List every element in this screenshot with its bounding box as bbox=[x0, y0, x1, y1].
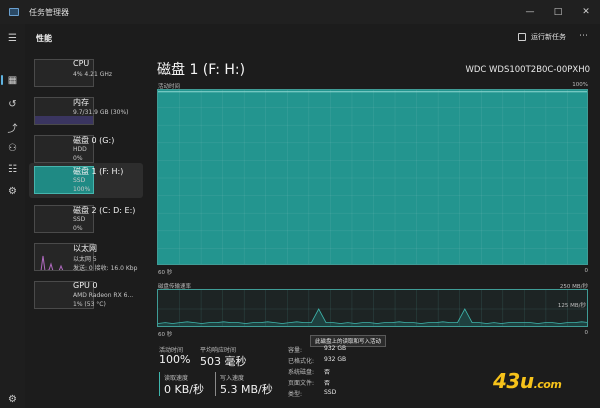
device-name: 以太网 bbox=[73, 244, 97, 253]
transfer-axis-right: 0 bbox=[584, 330, 589, 336]
device-usage: 0% bbox=[73, 155, 83, 162]
menu-icon[interactable]: ☰ bbox=[0, 28, 25, 48]
device-adapter: 以太网 5 bbox=[73, 256, 97, 263]
transfer-axis-left: 60 秒 bbox=[158, 332, 173, 338]
task-manager-icon bbox=[9, 8, 19, 16]
prop-page-file-key: 页面文件: bbox=[288, 380, 315, 387]
stat-read-value: 0 KB/秒 bbox=[164, 383, 204, 396]
device-ethernet[interactable]: 以太网 以太网 5 发送: 0 接收: 16.0 Kbp bbox=[29, 240, 143, 275]
device-name: GPU 0 bbox=[73, 281, 98, 290]
device-name: 内存 bbox=[73, 98, 89, 107]
watermark-suffix: .com bbox=[533, 378, 562, 391]
settings-icon[interactable]: ⚙ bbox=[0, 389, 25, 408]
window-controls: — □ ✕ bbox=[516, 0, 600, 24]
device-name: 磁盘 2 (C: D: E:) bbox=[73, 206, 136, 215]
detail-title: 磁盘 1 (F: H:) bbox=[157, 62, 246, 78]
services-icon[interactable]: ⚙ bbox=[0, 181, 25, 201]
device-name: 磁盘 1 (F: H:) bbox=[73, 167, 124, 176]
run-task-icon bbox=[518, 33, 526, 41]
device-name: 磁盘 0 (G:) bbox=[73, 136, 115, 145]
write-speed-accent bbox=[215, 372, 216, 396]
device-disk-0[interactable]: 磁盘 0 (G:) HDD 0% bbox=[29, 132, 143, 167]
prop-capacity-value: 932 GB bbox=[324, 345, 347, 352]
history-icon[interactable]: ↺ bbox=[0, 94, 25, 114]
title-bar: 任务管理器 — □ ✕ bbox=[0, 0, 600, 24]
device-usage: 0% bbox=[73, 225, 83, 232]
prop-capacity-key: 容量: bbox=[288, 347, 303, 354]
device-disk-2[interactable]: 磁盘 2 (C: D: E:) SSD 0% bbox=[29, 202, 143, 237]
prop-system-disk-key: 系统磁盘: bbox=[288, 369, 315, 376]
minimize-button[interactable]: — bbox=[516, 0, 544, 24]
details-icon[interactable]: ☷ bbox=[0, 159, 25, 179]
device-detail: 4% 4.21 GHz bbox=[73, 71, 113, 78]
window-title: 任务管理器 bbox=[29, 7, 69, 17]
tooltip: 此磁盘上的读取和写入活动 bbox=[310, 335, 387, 347]
device-disk-1[interactable]: 磁盘 1 (F: H:) SSD 100% bbox=[29, 163, 143, 198]
prop-system-disk-value: 否 bbox=[324, 369, 331, 376]
header: 性能 运行新任务 ⋯ bbox=[25, 24, 600, 53]
device-usage: 1% (53 °C) bbox=[73, 301, 106, 308]
device-model: AMD Radeon RX 6... bbox=[73, 292, 134, 299]
active-time-axis-right: 0 bbox=[584, 268, 589, 274]
active-time-axis-left: 60 秒 bbox=[158, 270, 173, 276]
transfer-mid-label: 125 MB/秒 bbox=[557, 303, 586, 309]
maximize-button[interactable]: □ bbox=[544, 0, 572, 24]
disk-model: WDC WDS100T2B0C-00PXH0 bbox=[465, 65, 590, 75]
performance-icon[interactable]: ▦ bbox=[0, 70, 25, 90]
read-speed-accent bbox=[159, 372, 160, 396]
device-type: SSD bbox=[73, 216, 86, 223]
users-icon[interactable]: ⚇ bbox=[0, 138, 25, 158]
transfer-rate-chart bbox=[157, 289, 588, 327]
watermark-logo: 43u.com bbox=[493, 369, 562, 393]
prop-type-key: 类型: bbox=[288, 391, 303, 398]
active-time-max-label: 100% bbox=[572, 82, 588, 88]
device-cpu[interactable]: CPU 4% 4.21 GHz bbox=[29, 56, 143, 91]
startup-icon[interactable]: ⤴ bbox=[0, 117, 25, 137]
device-gpu-0[interactable]: GPU 0 AMD Radeon RX 6... 1% (53 °C) bbox=[29, 278, 143, 313]
device-memory[interactable]: 内存 9.7/31.9 GB (30%) bbox=[29, 94, 143, 129]
active-time-chart bbox=[157, 89, 588, 265]
stat-write-value: 5.3 MB/秒 bbox=[220, 383, 273, 396]
transfer-rate-graph bbox=[158, 290, 587, 326]
device-throughput: 发送: 0 接收: 16.0 Kbp bbox=[73, 265, 138, 272]
more-options-button[interactable]: ⋯ bbox=[579, 31, 588, 41]
device-detail: 9.7/31.9 GB (30%) bbox=[73, 109, 129, 116]
stat-active-time-value: 100% bbox=[159, 353, 191, 366]
run-new-task-label: 运行新任务 bbox=[531, 33, 566, 41]
device-type: HDD bbox=[73, 146, 87, 153]
watermark-main: 43u bbox=[493, 369, 534, 393]
active-time-graph bbox=[158, 90, 587, 264]
stat-avg-response-value: 503 毫秒 bbox=[200, 355, 247, 368]
run-new-task-button[interactable]: 运行新任务 bbox=[518, 32, 566, 42]
prop-type-value: SSD bbox=[324, 389, 337, 396]
device-type: SSD bbox=[73, 177, 86, 184]
device-name: CPU bbox=[73, 59, 90, 68]
prop-formatted-value: 932 GB bbox=[324, 356, 347, 363]
close-button[interactable]: ✕ bbox=[572, 0, 600, 24]
sidebar: ☰ ▦ ↺ ⤴ ⚇ ☷ ⚙ ⚙ bbox=[0, 24, 25, 408]
prop-page-file-value: 否 bbox=[324, 380, 331, 387]
prop-formatted-key: 已格式化: bbox=[288, 358, 315, 365]
device-usage: 100% bbox=[73, 186, 91, 193]
page-title: 性能 bbox=[36, 34, 52, 43]
